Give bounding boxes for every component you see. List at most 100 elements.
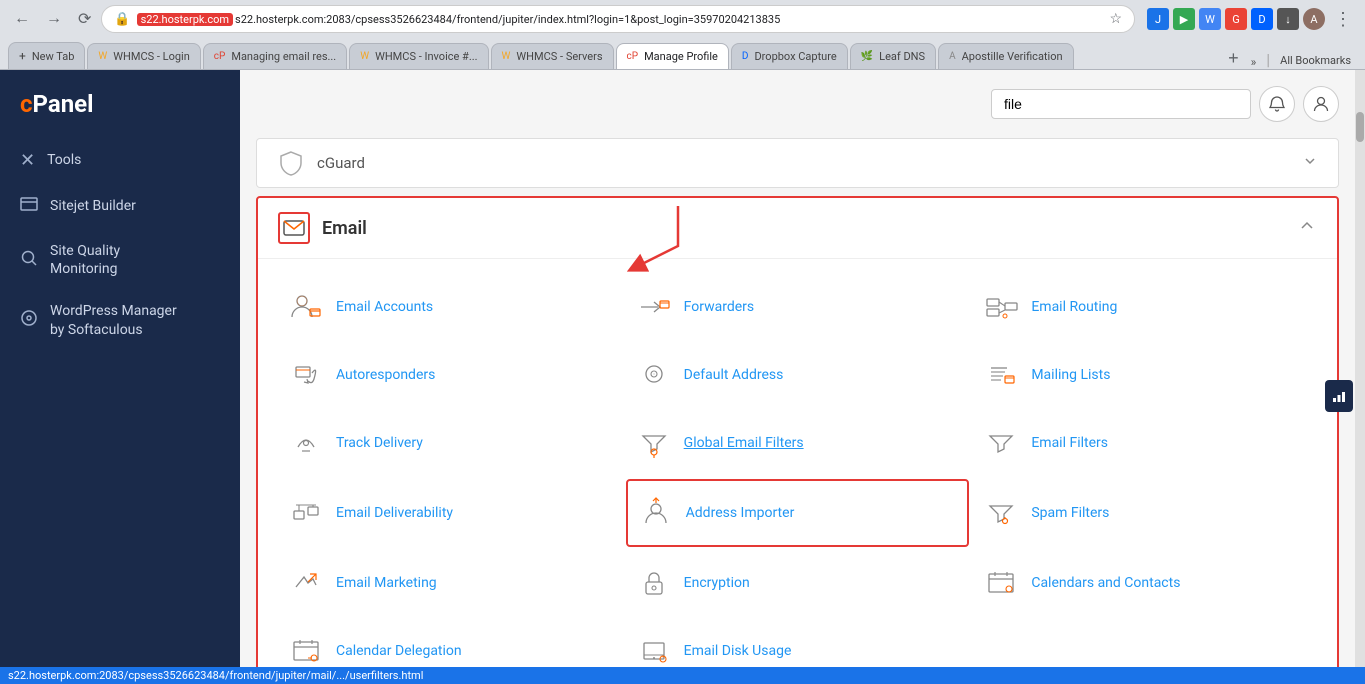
- top-search-bar: [256, 86, 1339, 122]
- all-bookmarks-btn[interactable]: All Bookmarks: [1274, 52, 1357, 69]
- tab-managing-email[interactable]: cP Managing email res...: [203, 43, 347, 69]
- cguard-section: cGuard: [256, 138, 1339, 188]
- mailing-lists-icon: [981, 355, 1021, 395]
- tab-whmcs-invoice[interactable]: W WHMCS - Invoice #...: [349, 43, 488, 69]
- sidebar-item-sqm[interactable]: Site QualityMonitoring: [0, 230, 240, 290]
- email-toggle[interactable]: [1297, 216, 1317, 241]
- grid-item-autoresponders[interactable]: Autoresponders: [278, 343, 622, 407]
- calendars-contacts-icon: [981, 563, 1021, 603]
- grid-item-email-disk-usage[interactable]: Email Disk Usage: [626, 619, 970, 667]
- mailing-lists-label: Mailing Lists: [1031, 367, 1110, 383]
- email-routing-icon: [981, 287, 1021, 327]
- grid-item-email-accounts[interactable]: Email Accounts: [278, 275, 622, 339]
- sidebar-sqm-label: Site QualityMonitoring: [50, 242, 120, 278]
- grid-item-encryption[interactable]: Encryption: [626, 551, 970, 615]
- back-button[interactable]: ←: [8, 6, 36, 32]
- email-disk-usage-icon: [634, 631, 674, 667]
- browser-titlebar: ← → ⟳ 🔒 s22.hosterpk.coms22.hosterpk.com…: [0, 0, 1365, 38]
- ext-icon-avatar[interactable]: A: [1303, 8, 1325, 30]
- grid-item-address-importer[interactable]: Address Importer: [626, 479, 970, 547]
- email-deliverability-icon: [286, 493, 326, 533]
- email-deliverability-label: Email Deliverability: [336, 505, 453, 521]
- floating-chart-button[interactable]: [1325, 380, 1353, 412]
- tab-favicon-email: cP: [214, 51, 226, 62]
- url-text: s22.hosterpk.coms22.hosterpk.com:2083/cp…: [137, 12, 1104, 26]
- forwarders-icon: [634, 287, 674, 327]
- grid-item-global-email-filters[interactable]: Global Email Filters: [626, 411, 970, 475]
- grid-item-email-filters[interactable]: Email Filters: [973, 411, 1317, 475]
- status-url: s22.hosterpk.com:2083/cpsess3526623484/f…: [8, 669, 423, 682]
- grid-item-spam-filters[interactable]: Spam Filters: [973, 479, 1317, 547]
- status-bar: s22.hosterpk.com:2083/cpsess3526623484/f…: [0, 667, 1365, 684]
- address-importer-icon: [636, 493, 676, 533]
- grid-item-calendars-contacts[interactable]: Calendars and Contacts: [973, 551, 1317, 615]
- calendar-delegation-label: Calendar Delegation: [336, 643, 462, 659]
- tools-icon: ✕: [20, 150, 35, 171]
- cguard-expand[interactable]: [1302, 153, 1318, 173]
- grid-item-email-routing[interactable]: Email Routing: [973, 275, 1317, 339]
- tab-favicon-whmcs2: W: [360, 51, 369, 62]
- scrollbar[interactable]: [1355, 70, 1365, 667]
- grid-item-email-deliverability[interactable]: Email Deliverability: [278, 479, 622, 547]
- tab-apostille[interactable]: A Apostille Verification: [938, 43, 1073, 69]
- notification-button[interactable]: [1259, 86, 1295, 122]
- autoresponders-label: Autoresponders: [336, 367, 435, 383]
- grid-item-calendar-delegation[interactable]: Calendar Delegation: [278, 619, 622, 667]
- tab-dropbox[interactable]: D Dropbox Capture: [731, 43, 848, 69]
- default-address-label: Default Address: [684, 367, 784, 383]
- tabs-row: + New Tab W WHMCS - Login cP Managing em…: [0, 38, 1365, 70]
- tab-manage-profile[interactable]: cP Manage Profile: [616, 43, 729, 69]
- reload-button[interactable]: ⟳: [72, 5, 97, 33]
- tab-new-tab[interactable]: + New Tab: [8, 42, 85, 69]
- ext-icon-2[interactable]: ▶: [1173, 8, 1195, 30]
- email-marketing-icon: [286, 563, 326, 603]
- menu-button[interactable]: ⋮: [1329, 6, 1357, 33]
- track-delivery-label: Track Delivery: [336, 435, 423, 451]
- tab-favicon-manage: cP: [627, 51, 639, 62]
- sidebar-item-tools[interactable]: ✕ Tools: [0, 138, 240, 183]
- sidebar-item-wordpress[interactable]: WordPress Managerby Softaculous: [0, 290, 240, 350]
- ext-icon-6[interactable]: ↓: [1277, 8, 1299, 30]
- grid-item-forwarders[interactable]: Forwarders: [626, 275, 970, 339]
- email-items-grid: Email Accounts Forwarders: [258, 259, 1337, 667]
- ext-icon-4[interactable]: G: [1225, 8, 1247, 30]
- browser-actions: J ▶ W G D ↓ A ⋮: [1147, 6, 1357, 33]
- ext-icon-1[interactable]: J: [1147, 8, 1169, 30]
- email-section-title: Email: [322, 218, 367, 239]
- email-disk-usage-label: Email Disk Usage: [684, 643, 792, 659]
- cguard-label: cGuard: [317, 154, 365, 172]
- new-tab-button[interactable]: +: [1222, 48, 1245, 69]
- forward-button[interactable]: →: [40, 6, 68, 32]
- track-delivery-icon: [286, 423, 326, 463]
- grid-item-mailing-lists[interactable]: Mailing Lists: [973, 343, 1317, 407]
- lock-icon: 🔒: [114, 12, 130, 27]
- tab-whmcs-servers[interactable]: W WHMCS - Servers: [491, 43, 614, 69]
- user-button[interactable]: [1303, 86, 1339, 122]
- email-filters-label: Email Filters: [1031, 435, 1108, 451]
- star-icon[interactable]: ☆: [1109, 11, 1122, 27]
- search-input[interactable]: [991, 89, 1251, 119]
- tab-favicon-apost: A: [949, 51, 956, 62]
- url-bar[interactable]: 🔒 s22.hosterpk.coms22.hosterpk.com:2083/…: [101, 5, 1135, 33]
- tab-list: + New Tab W WHMCS - Login cP Managing em…: [8, 42, 1220, 69]
- ext-icon-3[interactable]: W: [1199, 8, 1221, 30]
- grid-item-email-marketing[interactable]: Email Marketing: [278, 551, 622, 615]
- more-tabs-btn[interactable]: »: [1245, 55, 1263, 69]
- tab-whmcs-login[interactable]: W WHMCS - Login: [87, 43, 200, 69]
- sidebar-item-sitejet[interactable]: Sitejet Builder: [0, 183, 240, 230]
- tab-leaf-dns[interactable]: 🌿 Leaf DNS: [850, 43, 936, 69]
- calendars-contacts-label: Calendars and Contacts: [1031, 575, 1180, 591]
- tab-favicon-leaf: 🌿: [861, 51, 873, 62]
- cpanel-logo: cPanel: [0, 86, 240, 138]
- redacted-domain: s22.hosterpk.com: [137, 13, 233, 26]
- spam-filters-label: Spam Filters: [1031, 505, 1109, 521]
- cguard-icon: [277, 149, 305, 177]
- grid-item-default-address[interactable]: Default Address: [626, 343, 970, 407]
- scrollbar-thumb[interactable]: [1356, 112, 1364, 142]
- sidebar-tools-label: Tools: [47, 151, 81, 169]
- grid-item-track-delivery[interactable]: Track Delivery: [278, 411, 622, 475]
- global-email-filters-label: Global Email Filters: [684, 435, 804, 451]
- email-section-header[interactable]: Email: [258, 198, 1337, 259]
- ext-icon-5[interactable]: D: [1251, 8, 1273, 30]
- email-header-left: Email: [278, 212, 367, 244]
